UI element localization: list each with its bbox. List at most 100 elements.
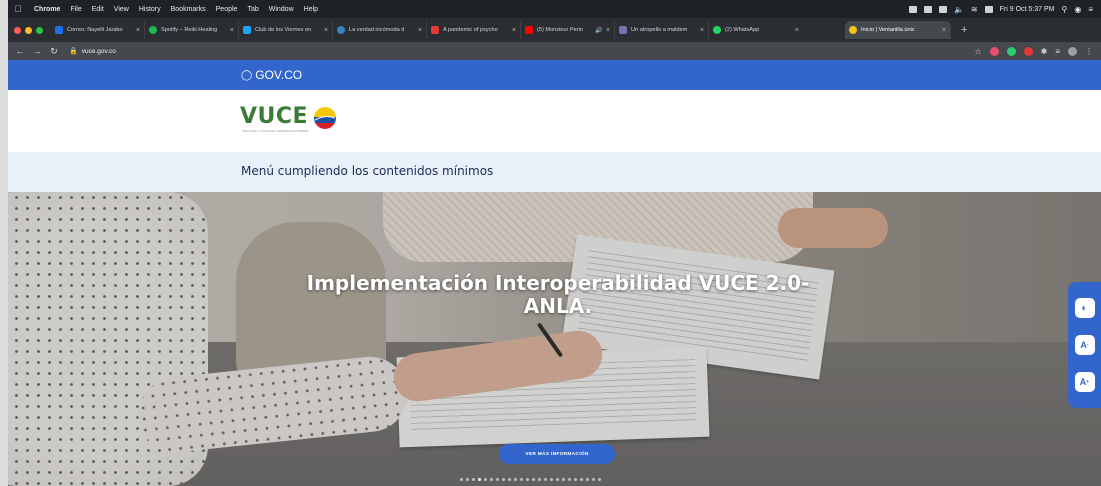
carousel-dot[interactable] bbox=[586, 478, 589, 481]
carousel-dot[interactable] bbox=[568, 478, 571, 481]
extension-status-icon[interactable] bbox=[908, 5, 917, 13]
close-tab-icon[interactable]: × bbox=[230, 27, 234, 34]
lock-icon[interactable]: 🔒 bbox=[69, 47, 78, 55]
menu-notice-text[interactable]: Menú cumpliendo los contenidos mínimos bbox=[241, 164, 493, 178]
carousel-dot[interactable] bbox=[532, 478, 535, 481]
gov-co-logo[interactable]: ◯ GOV.CO bbox=[241, 68, 302, 82]
tab-label: A pandemic of psycho bbox=[443, 27, 498, 33]
contrast-icon[interactable]: ◐ bbox=[1074, 298, 1095, 319]
close-tab-icon[interactable]: × bbox=[418, 27, 422, 34]
carousel-dot[interactable] bbox=[472, 478, 475, 481]
menu-file[interactable]: File bbox=[70, 6, 81, 13]
extension-icon[interactable]: ✱ bbox=[1041, 47, 1048, 56]
carousel-dot[interactable] bbox=[562, 478, 565, 481]
menu-people[interactable]: People bbox=[216, 6, 238, 13]
carousel-dot[interactable] bbox=[496, 478, 499, 481]
carousel-dot[interactable] bbox=[580, 478, 583, 481]
address-bar[interactable]: 🔒 vuce.gov.co bbox=[69, 47, 116, 56]
close-window-icon[interactable] bbox=[14, 26, 21, 34]
ver-mas-informacion-button[interactable]: VER MÁS INFORMACIÓN bbox=[499, 444, 615, 464]
menu-view[interactable]: View bbox=[114, 6, 129, 13]
volume-icon[interactable]: 🔈 bbox=[954, 5, 964, 14]
carousel-dot[interactable] bbox=[598, 478, 601, 481]
carousel-dot[interactable] bbox=[574, 478, 577, 481]
menu-tab[interactable]: Tab bbox=[247, 6, 258, 13]
tab-atropello[interactable]: Un atropello a maldem × bbox=[615, 21, 709, 39]
carousel-dot[interactable] bbox=[460, 478, 463, 481]
carousel-dot[interactable] bbox=[466, 478, 469, 481]
carousel-dot[interactable] bbox=[484, 478, 487, 481]
carousel-dot[interactable] bbox=[508, 478, 511, 481]
carousel-dot[interactable] bbox=[502, 478, 505, 481]
menu-notice-bar: Menú cumpliendo los contenidos mínimos bbox=[8, 152, 1101, 192]
hero-carousel[interactable]: Implementación Interoperabilidad VUCE 2.… bbox=[8, 192, 1101, 486]
tab-twitter[interactable]: Club de los Viernes en × bbox=[239, 21, 333, 39]
reload-icon[interactable]: ↻ bbox=[49, 46, 59, 57]
clock[interactable]: Fri 9 Oct 5:37 PM bbox=[1000, 6, 1055, 13]
carousel-dot[interactable] bbox=[538, 478, 541, 481]
tab-label: (5) Monsieur Perin bbox=[537, 27, 584, 33]
extension-icon[interactable] bbox=[989, 46, 999, 56]
tab-vuce-active[interactable]: Inicio | Ventanilla únic × bbox=[845, 21, 951, 39]
carousel-dot[interactable] bbox=[544, 478, 547, 481]
wifi-icon[interactable]: ≋ bbox=[971, 5, 978, 14]
close-tab-icon[interactable]: × bbox=[795, 27, 799, 34]
close-tab-icon[interactable]: × bbox=[606, 27, 610, 34]
tab-correo[interactable]: Correo: Nayelli Jarabo × bbox=[51, 21, 145, 39]
carousel-dot[interactable] bbox=[550, 478, 553, 481]
increase-font-button[interactable]: A + bbox=[1074, 371, 1095, 392]
maximize-window-icon[interactable] bbox=[36, 26, 43, 34]
battery-icon[interactable] bbox=[984, 5, 993, 13]
close-tab-icon[interactable]: × bbox=[700, 27, 704, 34]
tab-whatsapp[interactable]: (2) WhatsApp × bbox=[709, 21, 803, 39]
tab-youtube[interactable]: (5) Monsieur Perin 🔊 × bbox=[521, 21, 615, 39]
minimize-window-icon[interactable] bbox=[25, 26, 32, 34]
tab-pandemic[interactable]: A pandemic of psycho × bbox=[427, 21, 521, 39]
audio-playing-icon[interactable]: 🔊 bbox=[595, 27, 602, 34]
dropbox-icon[interactable] bbox=[923, 5, 932, 13]
menu-history[interactable]: History bbox=[139, 6, 161, 13]
vuce-logo-subtitle: VENTANILLA ÚNICA DE COMERCIO EXTERIOR bbox=[242, 129, 309, 133]
profile-avatar[interactable] bbox=[1068, 46, 1077, 56]
spotlight-search-icon[interactable]: ⚲ bbox=[1061, 5, 1067, 14]
carousel-dot[interactable] bbox=[520, 478, 523, 481]
new-tab-icon[interactable]: + bbox=[961, 24, 967, 36]
close-tab-icon[interactable]: × bbox=[512, 27, 516, 34]
tab-label: (2) WhatsApp bbox=[725, 27, 760, 33]
decrease-font-button[interactable]: A- bbox=[1074, 334, 1095, 355]
carousel-dot[interactable] bbox=[526, 478, 529, 481]
vuce-logo[interactable]: VUCE bbox=[240, 104, 308, 129]
vuce-favicon-icon bbox=[849, 26, 857, 34]
spotify-icon bbox=[149, 26, 157, 34]
close-tab-icon[interactable]: × bbox=[942, 27, 946, 34]
carousel-dot[interactable] bbox=[478, 478, 481, 481]
tab-la-verdad[interactable]: La verdad incómoda d × bbox=[333, 21, 427, 39]
back-icon[interactable]: ← bbox=[15, 46, 25, 56]
tab-spotify[interactable]: Spotify – Reiki Healing × bbox=[145, 21, 239, 39]
close-tab-icon[interactable]: × bbox=[324, 27, 328, 34]
carousel-dot[interactable] bbox=[490, 478, 493, 481]
forward-icon[interactable]: → bbox=[32, 46, 42, 56]
extension-icon[interactable] bbox=[1006, 46, 1016, 56]
url-text: vuce.gov.co bbox=[81, 47, 116, 55]
window-controls bbox=[14, 26, 43, 34]
more-menu-icon[interactable]: ⋮ bbox=[1085, 47, 1093, 56]
gov-co-text: GOV.CO bbox=[255, 68, 303, 82]
bookmark-star-icon[interactable]: ☆ bbox=[974, 47, 981, 56]
menu-help[interactable]: Help bbox=[304, 6, 318, 13]
apple-icon[interactable]:  bbox=[12, 4, 24, 14]
airplay-icon[interactable] bbox=[938, 5, 947, 13]
menu-window[interactable]: Window bbox=[269, 6, 294, 13]
carousel-dot[interactable] bbox=[556, 478, 559, 481]
vuce-flag-orb-icon bbox=[314, 107, 336, 129]
carousel-dot[interactable] bbox=[592, 478, 595, 481]
notification-center-icon[interactable]: ≡ bbox=[1088, 5, 1093, 14]
reading-list-icon[interactable]: ≡ bbox=[1055, 47, 1060, 56]
menu-edit[interactable]: Edit bbox=[92, 6, 104, 13]
carousel-dot[interactable] bbox=[514, 478, 517, 481]
siri-icon[interactable]: ◉ bbox=[1074, 5, 1081, 14]
menu-app-name[interactable]: Chrome bbox=[34, 6, 60, 13]
menu-bookmarks[interactable]: Bookmarks bbox=[171, 6, 206, 13]
extension-icon[interactable] bbox=[1023, 46, 1033, 56]
close-tab-icon[interactable]: × bbox=[136, 27, 140, 34]
